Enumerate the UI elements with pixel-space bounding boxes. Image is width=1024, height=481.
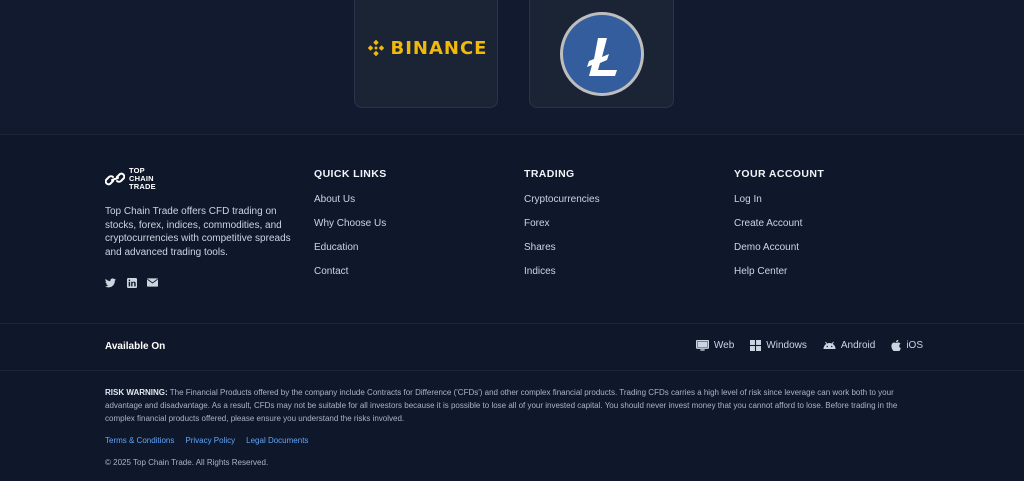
brand-description: Top Chain Trade offers CFD trading on st… <box>105 206 291 258</box>
link-forex[interactable]: Forex <box>524 218 600 242</box>
platform-ios[interactable]: iOS <box>891 340 923 351</box>
apple-icon <box>891 340 902 351</box>
platform-web[interactable]: Web <box>695 340 735 351</box>
monitor-icon <box>695 340 709 351</box>
footer-main: TOP CHAIN TRADE Top Chain Trade offers C… <box>0 136 1024 322</box>
link-privacy-policy[interactable]: Privacy Policy <box>185 436 235 445</box>
risk-warning: RISK WARNING: The Financial Products off… <box>105 386 920 425</box>
link-legal-documents[interactable]: Legal Documents <box>246 436 308 445</box>
platform-list: Web Windows Android iOS <box>695 340 923 351</box>
social-links <box>105 277 158 288</box>
link-indices[interactable]: Indices <box>524 266 600 290</box>
link-shares[interactable]: Shares <box>524 242 600 266</box>
link-demo-account[interactable]: Demo Account <box>734 242 824 266</box>
binance-icon <box>367 39 384 57</box>
platform-android[interactable]: Android <box>823 340 875 351</box>
link-help-center[interactable]: Help Center <box>734 266 824 290</box>
platform-web-label: Web <box>713 340 735 351</box>
link-why-choose-us[interactable]: Why Choose Us <box>314 218 387 242</box>
binance-logo: BINANCE <box>365 37 488 59</box>
linkedin-icon[interactable] <box>126 277 137 288</box>
link-cryptocurrencies[interactable]: Cryptocurrencies <box>524 194 600 218</box>
platform-ios-label: iOS <box>906 340 923 351</box>
link-log-in[interactable]: Log In <box>734 194 824 218</box>
litecoin-icon <box>559 12 644 96</box>
twitter-icon[interactable] <box>105 277 116 288</box>
brand-line-3: TRADE <box>129 182 156 191</box>
quick-links-heading: QUICK LINKS <box>314 168 387 180</box>
link-create-account[interactable]: Create Account <box>734 218 824 242</box>
litecoin-card[interactable] <box>529 0 674 108</box>
windows-icon <box>750 340 762 351</box>
platform-windows[interactable]: Windows <box>750 340 807 351</box>
link-about-us[interactable]: About Us <box>314 194 387 218</box>
binance-wordmark: BINANCE <box>390 37 488 59</box>
chain-link-icon <box>105 172 125 186</box>
available-on-label: Available On <box>105 341 166 352</box>
legal-links: Terms & Conditions Privacy Policy Legal … <box>105 436 308 445</box>
risk-warning-label: RISK WARNING: <box>105 388 168 397</box>
trading-column: TRADING Cryptocurrencies Forex Shares In… <box>524 168 600 290</box>
link-terms-conditions[interactable]: Terms & Conditions <box>105 436 174 445</box>
quick-links-column: QUICK LINKS About Us Why Choose Us Educa… <box>314 168 387 290</box>
divider <box>0 370 1024 371</box>
risk-warning-text: The Financial Products offered by the co… <box>105 388 898 423</box>
brand-wordmark: TOP CHAIN TRADE <box>129 167 156 191</box>
link-contact[interactable]: Contact <box>314 266 387 290</box>
trading-heading: TRADING <box>524 168 575 180</box>
link-education[interactable]: Education <box>314 242 387 266</box>
binance-card[interactable]: BINANCE <box>354 0 498 108</box>
partner-logos-section: BINANCE <box>0 0 1024 135</box>
account-column: YOUR ACCOUNT Log In Create Account Demo … <box>734 168 824 290</box>
available-on-bar: Available On Web Windows Android iOS <box>0 324 1024 370</box>
copyright: © 2025 Top Chain Trade. All Rights Reser… <box>105 458 269 467</box>
mail-icon[interactable] <box>147 277 158 288</box>
brand-logo[interactable]: TOP CHAIN TRADE <box>105 167 156 191</box>
platform-windows-label: Windows <box>766 340 807 351</box>
account-heading: YOUR ACCOUNT <box>734 168 825 180</box>
platform-android-label: Android <box>840 340 876 351</box>
android-icon <box>823 341 836 349</box>
